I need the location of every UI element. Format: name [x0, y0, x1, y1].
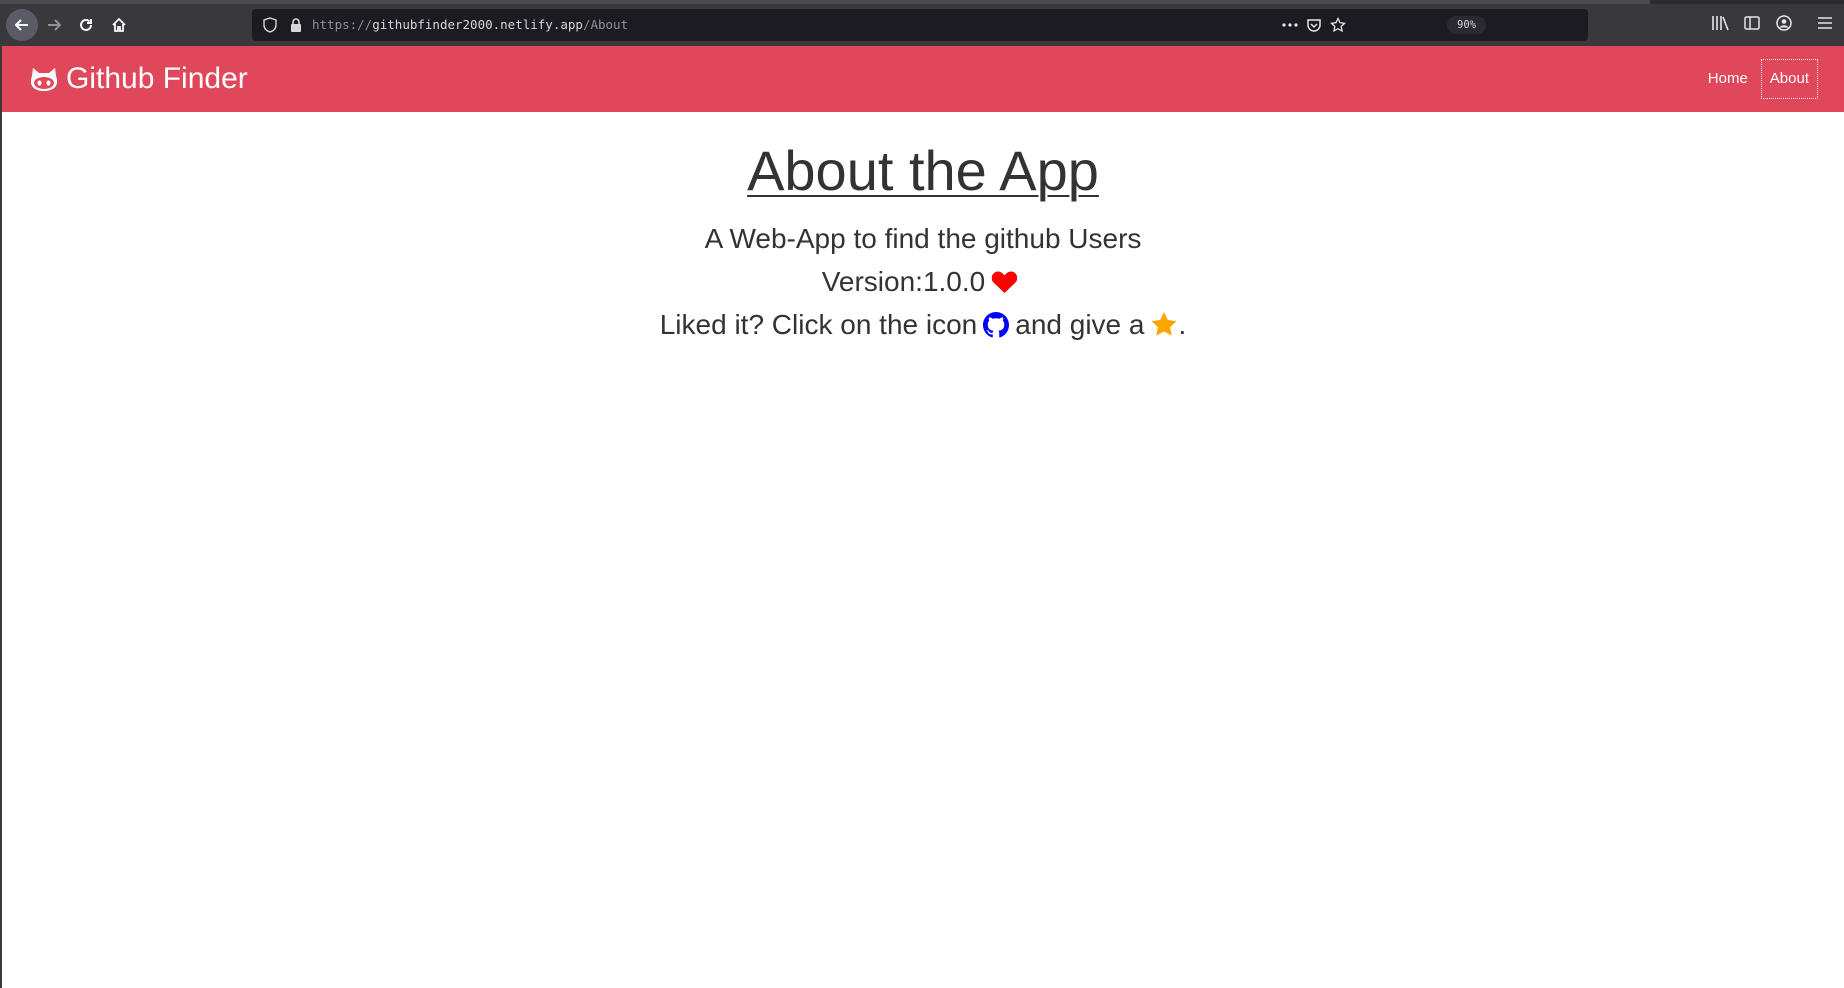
about-content: About the App A Web-App to find the gith… — [2, 112, 1844, 346]
url-scheme: https:// — [312, 17, 373, 32]
app-description: A Web-App to find the github Users — [704, 223, 1142, 254]
brand[interactable]: Github Finder — [30, 46, 248, 112]
nav-links: Home About — [1695, 59, 1818, 99]
nav-link-home[interactable]: Home — [1699, 59, 1757, 99]
reload-button[interactable] — [70, 9, 102, 41]
liked-line: Liked it? Click on the icon and give a . — [2, 303, 1844, 346]
back-button[interactable] — [6, 9, 38, 41]
back-icon — [14, 19, 28, 31]
star-icon — [1150, 311, 1178, 338]
zoom-indicator[interactable]: 90% — [1447, 16, 1486, 34]
liked-middle: and give a — [1015, 309, 1145, 340]
home-button[interactable] — [103, 9, 135, 41]
github-cat-icon — [30, 65, 58, 93]
more-icon[interactable] — [1281, 16, 1299, 34]
url-text[interactable]: https://githubfinder2000.netlify.app/Abo… — [312, 9, 628, 41]
address-bar[interactable]: https://githubfinder2000.netlify.app/Abo… — [252, 9, 1588, 41]
tab-strip — [0, 0, 1844, 4]
page-title: About the App — [747, 139, 1099, 202]
home-icon — [112, 17, 126, 32]
github-icon[interactable] — [983, 311, 1010, 338]
account-icon[interactable] — [1774, 13, 1794, 33]
liked-prefix: Liked it? Click on the icon — [659, 309, 978, 340]
shield-icon[interactable] — [262, 17, 278, 37]
url-host: githubfinder2000.netlify.app — [372, 17, 583, 32]
browser-toolbar: https://githubfinder2000.netlify.app/Abo… — [0, 0, 1844, 46]
sidebar-icon[interactable] — [1742, 13, 1762, 33]
pocket-icon[interactable] — [1305, 16, 1323, 34]
url-path: /About — [582, 17, 629, 32]
bookmark-star-icon[interactable] — [1329, 16, 1347, 34]
heart-icon — [991, 270, 1018, 294]
brand-title: Github Finder — [66, 62, 248, 95]
version-text: Version:1.0.0 — [821, 266, 986, 297]
app-navbar: Github Finder Home About — [2, 46, 1844, 112]
forward-button[interactable] — [38, 9, 70, 41]
menu-icon[interactable] — [1815, 13, 1835, 33]
lock-icon[interactable] — [289, 17, 303, 37]
forward-icon — [48, 19, 62, 31]
library-icon[interactable] — [1710, 13, 1730, 33]
nav-link-about[interactable]: About — [1760, 59, 1818, 99]
reload-icon — [80, 18, 92, 31]
version-line: Version:1.0.0 — [2, 260, 1844, 303]
liked-suffix: . — [1178, 309, 1187, 340]
